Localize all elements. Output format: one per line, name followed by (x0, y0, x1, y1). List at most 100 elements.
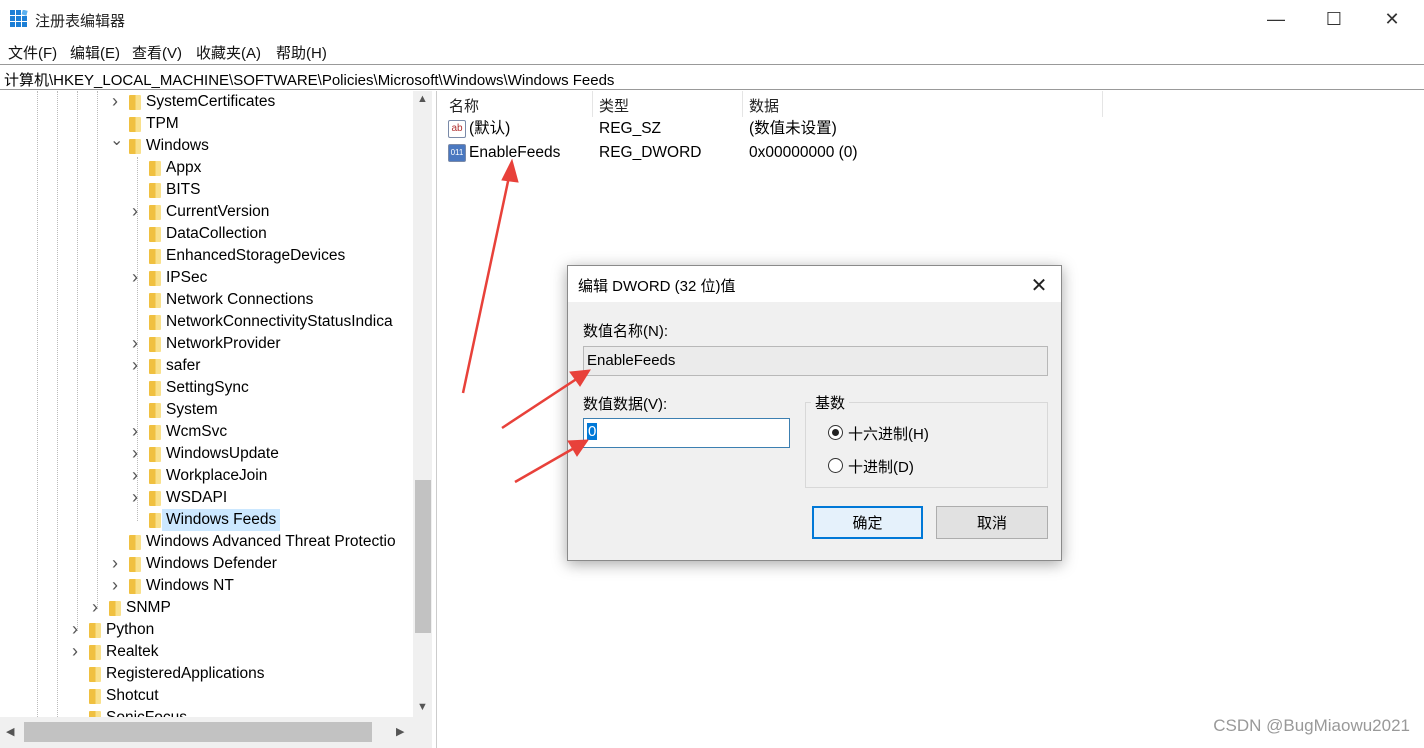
tree-node[interactable]: › Windows Defender (0, 553, 413, 575)
tree-node[interactable]: Appx (0, 157, 413, 179)
scroll-left-icon[interactable]: ◀ (6, 725, 14, 738)
registry-editor-icon (10, 10, 28, 27)
radio-hex-label[interactable]: 十六进制(H) (848, 423, 929, 444)
chevron-right-icon[interactable]: › (110, 552, 120, 574)
tree-node[interactable]: › SystemCertificates (0, 91, 413, 113)
chevron-right-icon[interactable]: › (130, 420, 140, 442)
tree-node[interactable]: › IPSec (0, 267, 413, 289)
menu-file[interactable]: 文件(F) (8, 42, 57, 63)
tree-node-label: DataCollection (166, 225, 267, 242)
tree-node[interactable]: TPM (0, 113, 413, 135)
tree-node[interactable]: › WSDAPI (0, 487, 413, 509)
tree-node[interactable]: › CurrentVersion (0, 201, 413, 223)
chevron-right-icon[interactable]: › (70, 640, 80, 662)
column-separator[interactable] (592, 91, 593, 117)
tree-node[interactable]: Network Connections (0, 289, 413, 311)
folder-icon (129, 535, 141, 550)
chevron-right-icon[interactable]: › (110, 574, 120, 596)
base-group-label: 基数 (811, 392, 850, 413)
chevron-right-icon[interactable]: › (130, 486, 140, 508)
list-row[interactable]: ab (默认) REG_SZ (数值未设置) (442, 117, 1102, 141)
chevron-right-icon[interactable]: › (70, 618, 80, 640)
maximize-button[interactable]: ☐ (1304, 0, 1364, 38)
tree-node[interactable]: › Python (0, 619, 413, 641)
tree-node[interactable]: NetworkConnectivityStatusIndica (0, 311, 413, 333)
pane-splitter[interactable] (436, 91, 441, 748)
chevron-right-icon[interactable]: › (130, 266, 140, 288)
tree-node[interactable]: › WcmSvc (0, 421, 413, 443)
chevron-right-icon[interactable]: › (110, 91, 120, 112)
chevron-down-icon[interactable]: ⌄ (110, 130, 123, 152)
menu-favorites[interactable]: 收藏夹(A) (196, 42, 261, 63)
tree-node[interactable]: › safer (0, 355, 413, 377)
list-row[interactable]: 011 EnableFeeds REG_DWORD 0x00000000 (0) (442, 141, 1102, 165)
menu-help[interactable]: 帮助(H) (276, 42, 327, 63)
value-data-input[interactable]: 0 (583, 418, 790, 448)
tree-node-label: SonicFocus (106, 707, 187, 717)
tree-node[interactable]: › SNMP (0, 597, 413, 619)
tree-vertical-scroll-thumb[interactable] (415, 480, 431, 633)
tree-node[interactable]: Windows Feeds (0, 509, 413, 531)
tree-node-label: NetworkConnectivityStatusIndica (166, 313, 393, 330)
close-button[interactable]: ✕ (1362, 0, 1422, 38)
tree-node[interactable]: System (0, 399, 413, 421)
tree-node-label: NetworkProvider (166, 335, 281, 352)
tree-node[interactable]: DataCollection (0, 223, 413, 245)
tree-horizontal-scroll-thumb[interactable] (24, 722, 372, 742)
chevron-right-icon[interactable]: › (130, 200, 140, 222)
tree-node[interactable]: Windows Advanced Threat Protectio (0, 531, 413, 553)
folder-icon (129, 557, 141, 572)
key-tree[interactable]: › SystemCertificates TPM ⌄ Windows Appx BITS › C… (0, 91, 432, 717)
column-separator[interactable] (1102, 91, 1103, 117)
column-separator[interactable] (742, 91, 743, 117)
chevron-right-icon[interactable]: › (90, 596, 100, 618)
menu-view[interactable]: 查看(V) (132, 42, 182, 63)
scroll-up-icon[interactable]: ▲ (417, 93, 428, 105)
tree-node[interactable]: › Windows NT (0, 575, 413, 597)
scroll-down-icon[interactable]: ▼ (417, 701, 428, 713)
column-header-name[interactable]: 名称 (449, 95, 479, 116)
tree-node-label: safer (166, 357, 201, 374)
menu-edit[interactable]: 编辑(E) (70, 42, 120, 63)
chevron-right-icon[interactable]: › (130, 332, 140, 354)
value-name-field: EnableFeeds (583, 346, 1048, 376)
ok-button[interactable]: 确定 (812, 506, 923, 539)
tree-node[interactable]: ⌄ Windows (0, 132, 413, 157)
tree-node[interactable]: SettingSync (0, 377, 413, 399)
tree-node[interactable]: › NetworkProvider (0, 333, 413, 355)
tree-node[interactable]: › WindowsUpdate (0, 443, 413, 465)
tree-node[interactable]: EnhancedStorageDevices (0, 245, 413, 267)
chevron-right-icon[interactable]: › (130, 464, 140, 486)
column-header-type[interactable]: 类型 (599, 95, 629, 116)
chevron-right-icon[interactable]: › (130, 354, 140, 376)
dialog-close-icon[interactable]: ✕ (1023, 271, 1055, 299)
title-bar: 注册表编辑器 — ☐ ✕ (0, 0, 1424, 38)
folder-icon (149, 205, 161, 220)
cancel-button[interactable]: 取消 (936, 506, 1048, 539)
value-type: REG_DWORD (599, 144, 702, 161)
tree-node[interactable]: RegisteredApplications (0, 663, 413, 685)
tree-node-label: RegisteredApplications (106, 665, 265, 682)
column-header-data[interactable]: 数据 (749, 95, 779, 116)
tree-node[interactable]: › Realtek (0, 641, 413, 663)
radio-dec-label[interactable]: 十进制(D) (848, 456, 914, 477)
tree-node-label: Realtek (106, 643, 159, 660)
tree-node[interactable]: Shotcut (0, 685, 413, 707)
radio-hex[interactable] (828, 425, 843, 440)
tree-node[interactable]: BITS (0, 179, 413, 201)
tree-node-label: SettingSync (166, 379, 249, 396)
address-bar[interactable]: 计算机\HKEY_LOCAL_MACHINE\SOFTWARE\Policies… (0, 64, 1424, 90)
scroll-right-icon[interactable]: ▶ (396, 725, 404, 738)
folder-icon (129, 579, 141, 594)
radio-selected-dot (832, 429, 839, 436)
tree-node[interactable]: SonicFocus (0, 707, 413, 717)
tree-node[interactable]: › WorkplaceJoin (0, 465, 413, 487)
minimize-button[interactable]: — (1246, 0, 1306, 38)
tree-node-label: Windows Feeds (162, 509, 281, 531)
radio-dec[interactable] (828, 458, 843, 473)
chevron-right-icon[interactable]: › (130, 442, 140, 464)
folder-icon (89, 689, 101, 704)
folder-icon (89, 645, 101, 660)
value-type: REG_SZ (599, 120, 662, 137)
tree-node-label: WorkplaceJoin (166, 467, 268, 484)
